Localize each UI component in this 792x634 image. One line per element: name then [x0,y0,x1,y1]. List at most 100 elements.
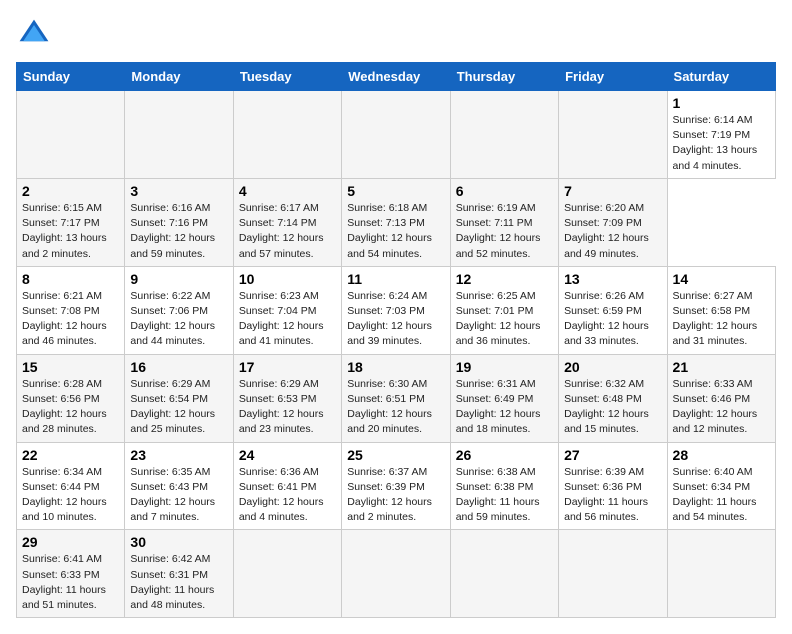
day-number: 21 [673,359,770,375]
day-info: Sunrise: 6:21 AM Sunset: 7:08 PM Dayligh… [22,289,119,350]
day-info: Sunrise: 6:35 AM Sunset: 6:43 PM Dayligh… [130,465,227,526]
calendar-cell: 22 Sunrise: 6:34 AM Sunset: 6:44 PM Dayl… [17,442,125,530]
logo-icon [16,16,52,52]
day-header-friday: Friday [559,63,667,91]
day-header-saturday: Saturday [667,63,775,91]
day-number: 5 [347,183,444,199]
day-number: 30 [130,534,227,550]
calendar-cell: 2 Sunrise: 6:15 AM Sunset: 7:17 PM Dayli… [17,178,125,266]
day-number: 10 [239,271,336,287]
calendar-cell [450,91,558,179]
day-info: Sunrise: 6:15 AM Sunset: 7:17 PM Dayligh… [22,201,119,262]
day-info: Sunrise: 6:18 AM Sunset: 7:13 PM Dayligh… [347,201,444,262]
calendar-cell [667,530,775,618]
day-info: Sunrise: 6:34 AM Sunset: 6:44 PM Dayligh… [22,465,119,526]
calendar-cell: 28 Sunrise: 6:40 AM Sunset: 6:34 PM Dayl… [667,442,775,530]
day-header-wednesday: Wednesday [342,63,450,91]
day-info: Sunrise: 6:38 AM Sunset: 6:38 PM Dayligh… [456,465,553,526]
calendar-cell [125,91,233,179]
day-info: Sunrise: 6:30 AM Sunset: 6:51 PM Dayligh… [347,377,444,438]
day-info: Sunrise: 6:40 AM Sunset: 6:34 PM Dayligh… [673,465,770,526]
day-number: 29 [22,534,119,550]
day-info: Sunrise: 6:36 AM Sunset: 6:41 PM Dayligh… [239,465,336,526]
calendar-cell: 25 Sunrise: 6:37 AM Sunset: 6:39 PM Dayl… [342,442,450,530]
day-info: Sunrise: 6:14 AM Sunset: 7:19 PM Dayligh… [673,113,770,174]
day-number: 15 [22,359,119,375]
calendar-cell: 29 Sunrise: 6:41 AM Sunset: 6:33 PM Dayl… [17,530,125,618]
day-number: 24 [239,447,336,463]
day-info: Sunrise: 6:19 AM Sunset: 7:11 PM Dayligh… [456,201,553,262]
calendar-cell: 5 Sunrise: 6:18 AM Sunset: 7:13 PM Dayli… [342,178,450,266]
day-info: Sunrise: 6:23 AM Sunset: 7:04 PM Dayligh… [239,289,336,350]
day-number: 7 [564,183,661,199]
calendar-cell: 26 Sunrise: 6:38 AM Sunset: 6:38 PM Dayl… [450,442,558,530]
day-info: Sunrise: 6:27 AM Sunset: 6:58 PM Dayligh… [673,289,770,350]
day-number: 25 [347,447,444,463]
day-number: 12 [456,271,553,287]
day-info: Sunrise: 6:20 AM Sunset: 7:09 PM Dayligh… [564,201,661,262]
page-header [16,16,776,52]
calendar-cell: 4 Sunrise: 6:17 AM Sunset: 7:14 PM Dayli… [233,178,341,266]
day-number: 17 [239,359,336,375]
day-info: Sunrise: 6:42 AM Sunset: 6:31 PM Dayligh… [130,552,227,613]
day-info: Sunrise: 6:29 AM Sunset: 6:54 PM Dayligh… [130,377,227,438]
calendar-cell: 7 Sunrise: 6:20 AM Sunset: 7:09 PM Dayli… [559,178,667,266]
calendar-cell: 27 Sunrise: 6:39 AM Sunset: 6:36 PM Dayl… [559,442,667,530]
day-header-monday: Monday [125,63,233,91]
day-info: Sunrise: 6:37 AM Sunset: 6:39 PM Dayligh… [347,465,444,526]
calendar-cell: 21 Sunrise: 6:33 AM Sunset: 6:46 PM Dayl… [667,354,775,442]
calendar-cell: 6 Sunrise: 6:19 AM Sunset: 7:11 PM Dayli… [450,178,558,266]
calendar-cell [559,91,667,179]
calendar-cell [17,91,125,179]
calendar-cell: 30 Sunrise: 6:42 AM Sunset: 6:31 PM Dayl… [125,530,233,618]
day-info: Sunrise: 6:25 AM Sunset: 7:01 PM Dayligh… [456,289,553,350]
day-info: Sunrise: 6:31 AM Sunset: 6:49 PM Dayligh… [456,377,553,438]
day-info: Sunrise: 6:16 AM Sunset: 7:16 PM Dayligh… [130,201,227,262]
day-info: Sunrise: 6:39 AM Sunset: 6:36 PM Dayligh… [564,465,661,526]
calendar-cell: 24 Sunrise: 6:36 AM Sunset: 6:41 PM Dayl… [233,442,341,530]
calendar-table: SundayMondayTuesdayWednesdayThursdayFrid… [16,62,776,618]
day-number: 2 [22,183,119,199]
day-header-tuesday: Tuesday [233,63,341,91]
calendar-cell: 8 Sunrise: 6:21 AM Sunset: 7:08 PM Dayli… [17,266,125,354]
calendar-cell: 13 Sunrise: 6:26 AM Sunset: 6:59 PM Dayl… [559,266,667,354]
day-info: Sunrise: 6:26 AM Sunset: 6:59 PM Dayligh… [564,289,661,350]
day-header-thursday: Thursday [450,63,558,91]
calendar-cell: 3 Sunrise: 6:16 AM Sunset: 7:16 PM Dayli… [125,178,233,266]
calendar-cell [450,530,558,618]
day-number: 16 [130,359,227,375]
calendar-cell: 17 Sunrise: 6:29 AM Sunset: 6:53 PM Dayl… [233,354,341,442]
calendar-cell: 15 Sunrise: 6:28 AM Sunset: 6:56 PM Dayl… [17,354,125,442]
day-number: 13 [564,271,661,287]
calendar-cell: 9 Sunrise: 6:22 AM Sunset: 7:06 PM Dayli… [125,266,233,354]
day-number: 27 [564,447,661,463]
day-number: 26 [456,447,553,463]
logo [16,16,58,52]
day-number: 8 [22,271,119,287]
day-info: Sunrise: 6:29 AM Sunset: 6:53 PM Dayligh… [239,377,336,438]
day-number: 11 [347,271,444,287]
calendar-cell: 16 Sunrise: 6:29 AM Sunset: 6:54 PM Dayl… [125,354,233,442]
calendar-cell: 20 Sunrise: 6:32 AM Sunset: 6:48 PM Dayl… [559,354,667,442]
calendar-cell: 18 Sunrise: 6:30 AM Sunset: 6:51 PM Dayl… [342,354,450,442]
calendar-cell [233,530,341,618]
day-number: 9 [130,271,227,287]
day-number: 1 [673,95,770,111]
day-number: 22 [22,447,119,463]
calendar-cell: 12 Sunrise: 6:25 AM Sunset: 7:01 PM Dayl… [450,266,558,354]
day-number: 23 [130,447,227,463]
day-number: 4 [239,183,336,199]
day-number: 19 [456,359,553,375]
day-header-sunday: Sunday [17,63,125,91]
day-info: Sunrise: 6:17 AM Sunset: 7:14 PM Dayligh… [239,201,336,262]
day-info: Sunrise: 6:41 AM Sunset: 6:33 PM Dayligh… [22,552,119,613]
day-number: 18 [347,359,444,375]
calendar-cell [233,91,341,179]
calendar-cell: 14 Sunrise: 6:27 AM Sunset: 6:58 PM Dayl… [667,266,775,354]
day-info: Sunrise: 6:32 AM Sunset: 6:48 PM Dayligh… [564,377,661,438]
day-info: Sunrise: 6:24 AM Sunset: 7:03 PM Dayligh… [347,289,444,350]
calendar-cell: 11 Sunrise: 6:24 AM Sunset: 7:03 PM Dayl… [342,266,450,354]
day-info: Sunrise: 6:22 AM Sunset: 7:06 PM Dayligh… [130,289,227,350]
calendar-cell [342,91,450,179]
calendar-cell [559,530,667,618]
